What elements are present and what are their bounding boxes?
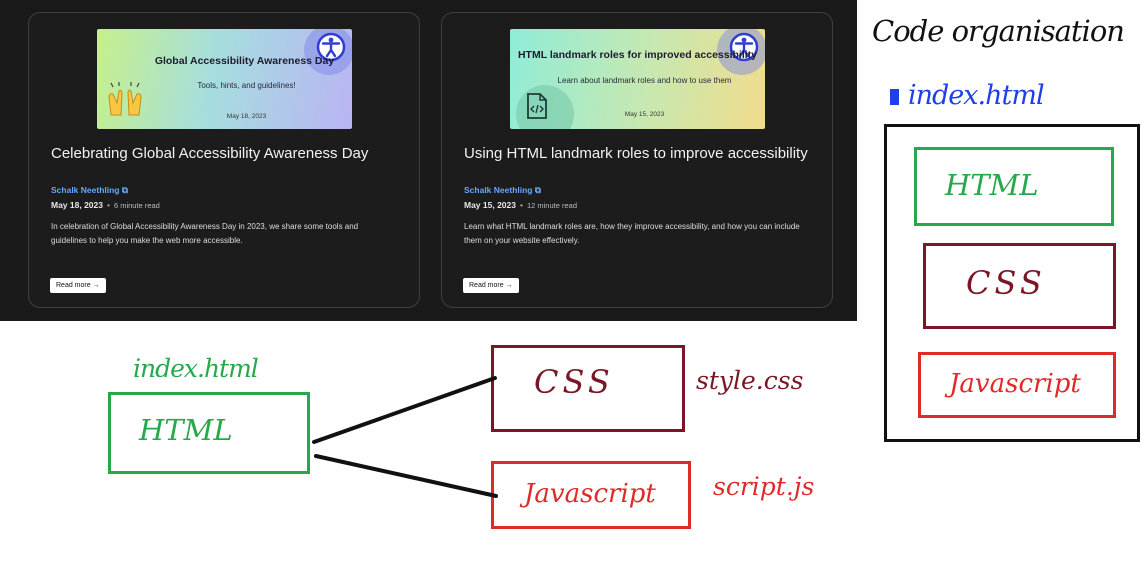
thumbnail-subtitle: Learn about landmark roles and how to us…: [557, 76, 732, 85]
read-time: 6 minute read: [113, 201, 160, 210]
index-html-label: index.html: [908, 80, 1045, 111]
bullet-marker: [890, 89, 899, 105]
post-title[interactable]: Using HTML landmark roles to improve acc…: [464, 145, 824, 162]
javascript-label: Javascript: [524, 479, 656, 509]
html-label: HTML: [139, 413, 233, 447]
thumbnail-date: May 18, 2023: [226, 113, 267, 120]
post-date: May 15, 2023: [464, 200, 516, 210]
read-more-button[interactable]: Read more →: [463, 278, 519, 293]
author-link-icon: ⧉: [534, 185, 541, 195]
author-link-icon: ⧉: [121, 185, 128, 195]
post-meta: May 18, 2023 • 6 minute read: [51, 200, 160, 210]
author-name: Schalk Neethling: [464, 185, 533, 195]
html-box: HTML: [108, 392, 310, 474]
blog-card: Global Accessibility Awareness Day Tools…: [28, 12, 420, 308]
css-label: CSS: [966, 264, 1046, 302]
javascript-label: Javascript: [949, 369, 1081, 399]
nested-html-box: HTML: [914, 147, 1114, 226]
post-thumbnail[interactable]: HTML landmark roles for improved accessi…: [510, 29, 765, 129]
post-excerpt: Learn what HTML landmark roles are, how …: [464, 222, 800, 245]
thumbnail-subtitle: Tools, hints, and guidelines!: [197, 81, 296, 90]
post-author[interactable]: Schalk Neethling ⧉: [464, 185, 541, 196]
thumbnail-title: HTML landmark roles for improved accessi…: [517, 49, 758, 61]
thumbnail-title: Global Accessibility Awareness Day: [154, 55, 335, 67]
html-to-js-connector: [314, 454, 498, 498]
html-to-css-connector: [312, 376, 497, 444]
css-box: CSS: [491, 345, 685, 432]
javascript-box: Javascript: [491, 461, 691, 529]
author-name: Schalk Neethling: [51, 185, 120, 195]
html-label: HTML: [945, 168, 1039, 202]
post-author[interactable]: Schalk Neethling ⧉: [51, 185, 128, 196]
post-meta: May 15, 2023 • 12 minute read: [464, 200, 577, 210]
index-html-label: index.html: [133, 354, 259, 383]
read-more-button[interactable]: Read more →: [50, 278, 106, 293]
css-label: CSS: [534, 363, 614, 401]
blog-card: HTML landmark roles for improved accessi…: [441, 12, 833, 308]
post-thumbnail[interactable]: Global Accessibility Awareness Day Tools…: [97, 29, 352, 129]
post-title[interactable]: Celebrating Global Accessibility Awarene…: [51, 145, 411, 162]
read-time: 12 minute read: [526, 201, 578, 210]
post-date: May 18, 2023: [51, 200, 103, 210]
thumbnail-date: May 15, 2023: [624, 111, 665, 118]
nested-css-box: CSS: [923, 243, 1116, 329]
blog-screenshot: Global Accessibility Awareness Day Tools…: [0, 0, 857, 321]
code-organisation-title: Code organisation: [872, 14, 1125, 48]
meta-separator: •: [519, 200, 523, 210]
post-excerpt: In celebration of Global Accessibility A…: [51, 222, 359, 245]
nested-javascript-box: Javascript: [918, 352, 1116, 418]
meta-separator: •: [106, 200, 110, 210]
style-css-filename: style.css: [696, 366, 804, 395]
script-js-filename: script.js: [713, 472, 815, 501]
